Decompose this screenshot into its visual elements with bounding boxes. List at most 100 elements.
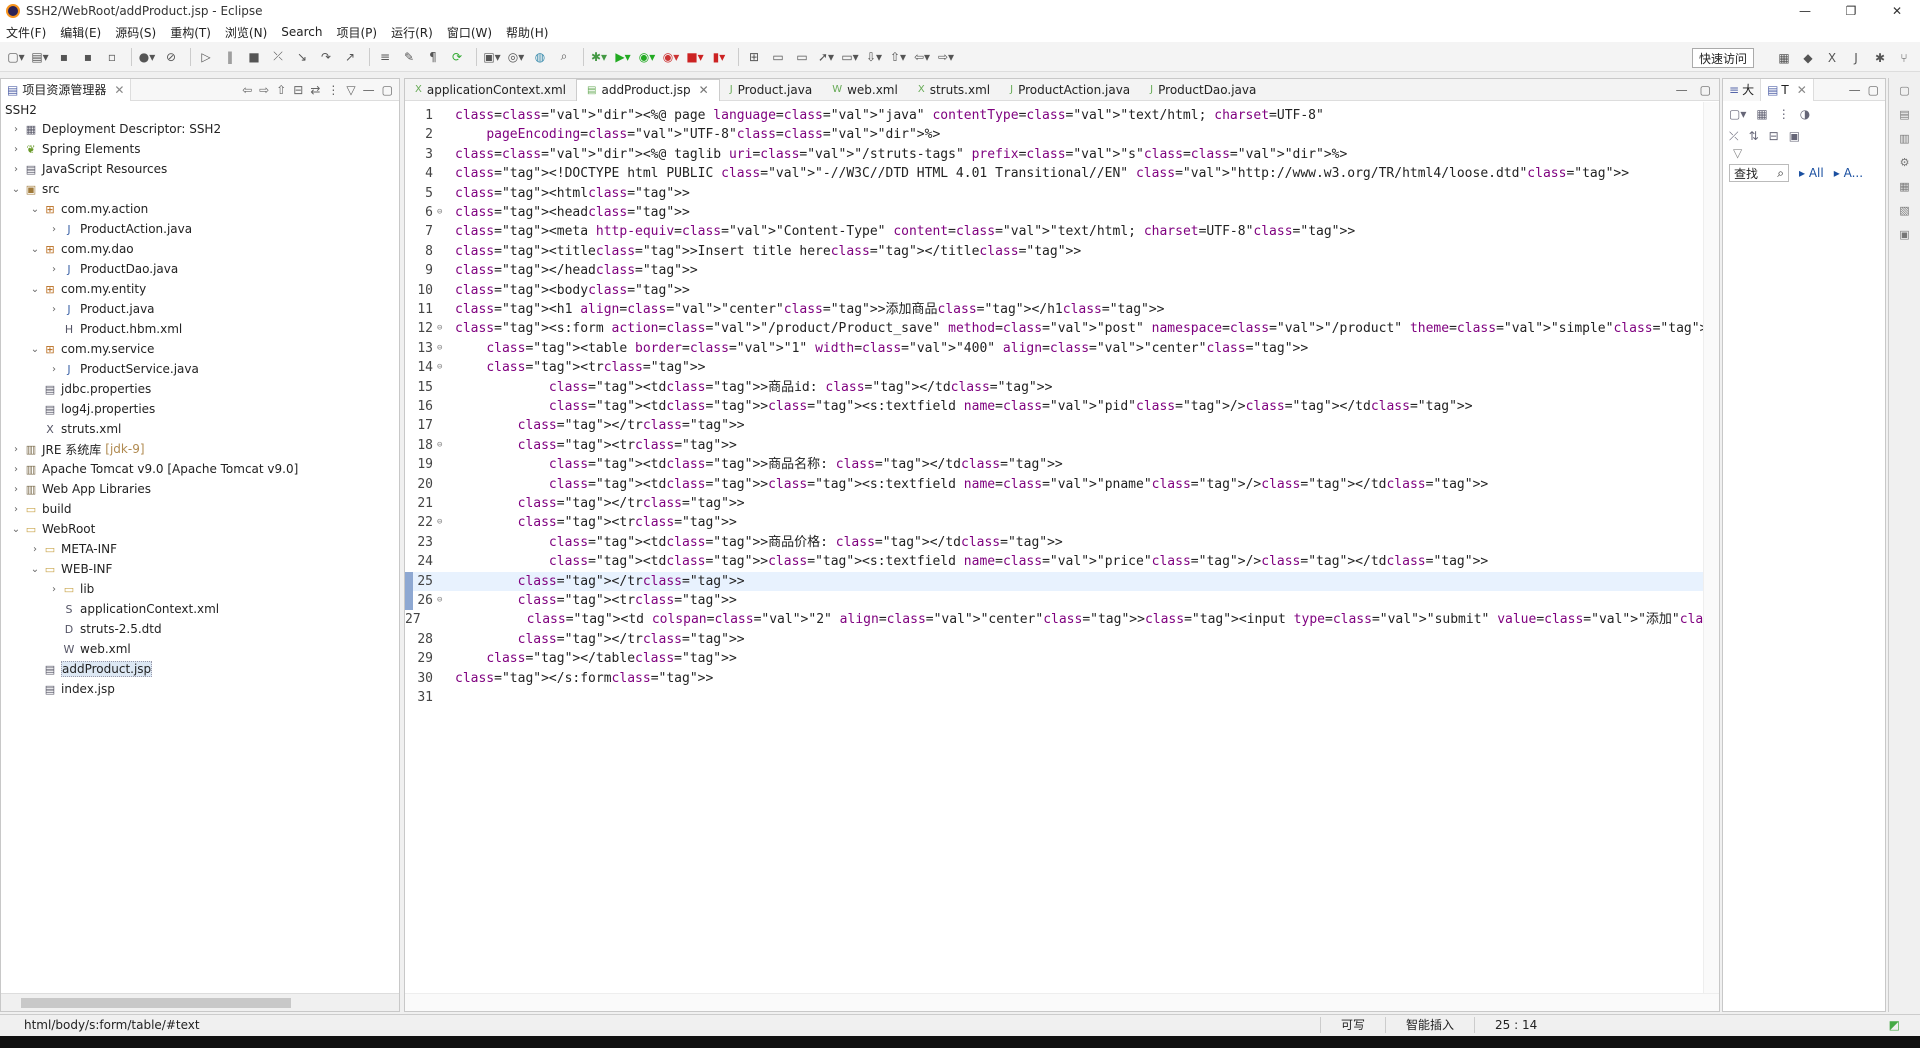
chevron-right-icon[interactable]: › bbox=[9, 164, 23, 175]
editor-horizontal-scrollbar[interactable] bbox=[405, 993, 1719, 1011]
code-line[interactable]: 29 class="tag"></tableclass="tag">> bbox=[405, 649, 1719, 668]
menu-item[interactable]: 浏览(N) bbox=[225, 24, 267, 41]
open-perspective-icon[interactable]: ▦ bbox=[1774, 48, 1794, 68]
menu-item[interactable]: 运行(R) bbox=[391, 24, 433, 41]
code-line[interactable]: 16 class="tag"><tdclass="tag">>class="ta… bbox=[405, 397, 1719, 416]
chevron-right-icon[interactable]: › bbox=[9, 484, 23, 495]
code-line[interactable]: 5 class="tag"><htmlclass="tag">> bbox=[405, 184, 1719, 203]
new-package-icon[interactable]: ⊞ bbox=[744, 47, 764, 67]
hide-completed-icon[interactable]: ⤫ bbox=[1729, 129, 1739, 144]
code-line[interactable]: 8 class="tag"><titleclass="tag">>Insert t… bbox=[405, 242, 1719, 261]
stop-icon[interactable]: ■▾ bbox=[685, 47, 705, 67]
fold-icon[interactable]: ⊖ bbox=[437, 339, 447, 358]
new-icon[interactable]: ▢▾ bbox=[6, 47, 26, 67]
open-folder-icon[interactable]: ▭▾ bbox=[840, 47, 860, 67]
xml-perspective-icon[interactable]: X bbox=[1822, 48, 1842, 68]
console-icon[interactable]: ▣ bbox=[1896, 228, 1914, 246]
editor-tab[interactable]: J Product.java bbox=[720, 79, 822, 101]
package-explorer-icon[interactable]: ▮▾ bbox=[709, 47, 729, 67]
chevron-down-icon[interactable]: ⌄ bbox=[28, 284, 42, 295]
restore-icon[interactable]: ❐ bbox=[1828, 0, 1874, 22]
tree-item[interactable]: › J ProductAction.java bbox=[1, 219, 399, 239]
new-task-icon[interactable]: ▢▾ bbox=[1729, 107, 1746, 121]
chevron-right-icon[interactable]: › bbox=[47, 364, 61, 375]
fold-icon[interactable]: ⊖ bbox=[437, 591, 447, 610]
chevron-right-icon[interactable]: › bbox=[47, 304, 61, 315]
menu-item[interactable]: 窗口(W) bbox=[447, 24, 492, 41]
code-line[interactable]: 7 class="tag"><meta http-equiv=class="val… bbox=[405, 222, 1719, 241]
editor-tab[interactable]: Xstruts.xml bbox=[908, 79, 1000, 101]
code-line[interactable]: 2 pageEncoding=class="val">"UTF-8"class=… bbox=[405, 125, 1719, 144]
code-line[interactable]: 22 ⊖ class="tag"><trclass="tag">> bbox=[405, 513, 1719, 532]
chevron-right-icon[interactable]: › bbox=[9, 144, 23, 155]
menu-item[interactable]: 源码(S) bbox=[115, 24, 156, 41]
all-link[interactable]: ▸ All bbox=[1799, 166, 1824, 180]
debug-perspective-icon[interactable]: ✱ bbox=[1870, 48, 1890, 68]
data-source-icon[interactable]: ▦ bbox=[1896, 180, 1914, 198]
run-icon[interactable]: ▶▾ bbox=[613, 47, 633, 67]
link-editor-icon[interactable]: ⇄ bbox=[310, 83, 320, 97]
maximize-icon[interactable]: ▢ bbox=[382, 83, 393, 97]
new-server-icon[interactable]: ▣▾ bbox=[482, 47, 502, 67]
editor-tab[interactable]: Wweb.xml bbox=[822, 79, 908, 101]
tree-item[interactable]: ▤ index.jsp bbox=[1, 679, 399, 699]
debug-icon[interactable]: ✱▾ bbox=[589, 47, 609, 67]
tree-item[interactable]: ▤ addProduct.jsp bbox=[1, 659, 399, 679]
minimize-icon[interactable]: — bbox=[1849, 83, 1861, 97]
close-icon[interactable]: ✕ bbox=[114, 83, 124, 97]
snippets-icon[interactable]: ▧ bbox=[1896, 204, 1914, 222]
tab-outline[interactable]: ≡ 大 bbox=[1723, 78, 1762, 101]
refresh-icon[interactable]: ⟳ bbox=[447, 47, 467, 67]
code-line[interactable]: 3 class=class="val">"dir"><%@ taglib uri=… bbox=[405, 145, 1719, 164]
tree-item[interactable]: H Product.hbm.xml bbox=[1, 319, 399, 339]
code-line[interactable]: 27 class="tag"><td colspan=class="val">"… bbox=[405, 610, 1719, 629]
suspend-icon[interactable]: ‖ bbox=[220, 47, 240, 67]
tab-task-list[interactable]: ▤ T ✕ bbox=[1761, 78, 1814, 101]
chevron-right-icon[interactable]: › bbox=[47, 264, 61, 275]
quick-access-input[interactable]: 快速访问 bbox=[1691, 48, 1754, 68]
tree-item[interactable]: ⌄ ⊞ com.my.entity bbox=[1, 279, 399, 299]
terminate-icon[interactable]: ■ bbox=[244, 47, 264, 67]
code-line[interactable]: 1 class=class="val">"dir"><%@ page langua… bbox=[405, 106, 1719, 125]
view-menu-icon[interactable]: ▽ bbox=[1723, 146, 1885, 160]
web-browser-icon[interactable]: ◎▾ bbox=[506, 47, 526, 67]
print-icon[interactable]: ▫ bbox=[102, 47, 122, 67]
filter-icon[interactable]: ⋮ bbox=[327, 83, 339, 97]
code-line[interactable]: 4 class="tag"><!DOCTYPE html PUBLIC class… bbox=[405, 164, 1719, 183]
link-icon[interactable]: ▣ bbox=[1789, 129, 1800, 144]
maximize-icon[interactable]: ▢ bbox=[1700, 83, 1711, 97]
explorer-horizontal-scrollbar[interactable] bbox=[1, 993, 399, 1011]
chevron-right-icon[interactable]: › bbox=[9, 504, 23, 515]
collapse-all-icon[interactable]: ⊟ bbox=[293, 83, 303, 97]
tree-item[interactable]: Xstruts.xml bbox=[1, 419, 399, 439]
fold-icon[interactable]: ⊖ bbox=[437, 203, 447, 222]
close-icon[interactable]: ✕ bbox=[1874, 0, 1920, 22]
open-task-icon[interactable]: ▭ bbox=[792, 47, 812, 67]
tree-item[interactable]: ⌄ ⊞ com.my.dao bbox=[1, 239, 399, 259]
tree-item[interactable]: ⌄ ⊞ com.my.action bbox=[1, 199, 399, 219]
sync-icon[interactable]: ◑ bbox=[1800, 107, 1810, 121]
open-icon[interactable]: ▤▾ bbox=[30, 47, 50, 67]
tree-item[interactable]: › ▭ lib bbox=[1, 579, 399, 599]
menu-item[interactable]: 项目(P) bbox=[337, 24, 378, 41]
save-icon[interactable]: ▪ bbox=[54, 47, 74, 67]
tree-item[interactable]: › ▭ build bbox=[1, 499, 399, 519]
chevron-right-icon[interactable]: › bbox=[9, 124, 23, 135]
up-icon[interactable]: ⇧ bbox=[276, 83, 286, 97]
tree-item[interactable]: ▤ log4j.properties bbox=[1, 399, 399, 419]
editor-tab[interactable]: ▤ addProduct.jsp ✕ bbox=[576, 78, 720, 101]
show-whitespace-icon[interactable]: ¶ bbox=[423, 47, 443, 67]
tree-item[interactable]: › J Product.java bbox=[1, 299, 399, 319]
close-icon[interactable]: ✕ bbox=[699, 83, 709, 97]
tab-project-explorer[interactable]: ▤ 项目资源管理器 ✕ bbox=[1, 78, 132, 101]
editor-tab[interactable]: XapplicationContext.xml bbox=[405, 79, 576, 101]
categorized-icon[interactable]: ▦ bbox=[1756, 107, 1767, 121]
minimize-icon[interactable]: — bbox=[1782, 0, 1828, 22]
code-line[interactable]: 11 class="tag"><h1 align=class="val">"cen… bbox=[405, 300, 1719, 319]
tree-item[interactable]: ⌄ ▭ WEB-INF bbox=[1, 559, 399, 579]
code-line[interactable]: 10 class="tag"><bodyclass="tag">> bbox=[405, 281, 1719, 300]
tree-item[interactable]: › ▥ JRE 系统库 [jdk-9] bbox=[1, 439, 399, 459]
fold-icon[interactable]: ⊖ bbox=[437, 358, 447, 377]
tree-item[interactable]: Dstruts-2.5.dtd bbox=[1, 619, 399, 639]
focus-icon[interactable]: ⇅ bbox=[1749, 129, 1759, 144]
